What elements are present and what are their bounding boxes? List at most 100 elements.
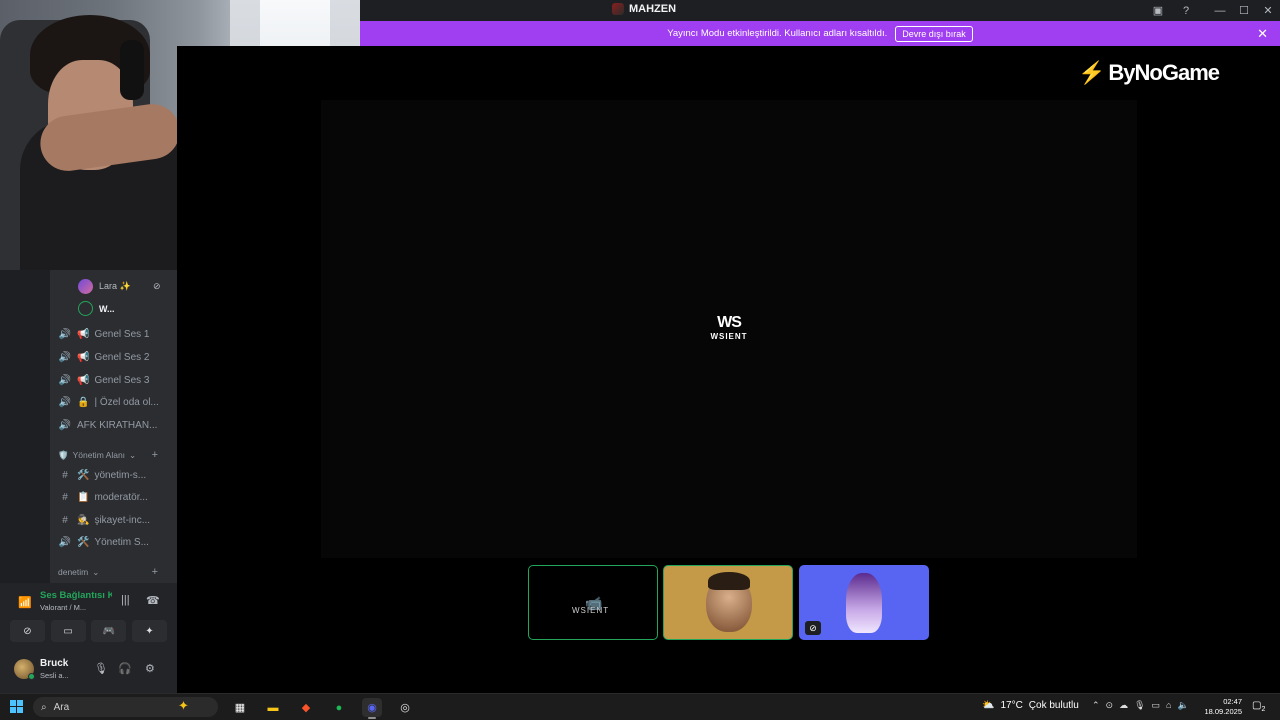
screen-share-button[interactable]: ▭ <box>50 620 86 642</box>
sponsor-logo: ⚡ ByNoGame <box>1078 60 1220 86</box>
logo-text: WSIENT <box>710 332 748 341</box>
shield-icon: 🛡️ <box>58 449 69 460</box>
channel-sikayet[interactable]: # 🕵️ şikayet-inc... <box>58 511 175 529</box>
channel-label: Genel Ses 2 <box>94 351 150 363</box>
category-label: Yönetim Alanı <box>72 450 126 460</box>
taskbar-search[interactable]: ⌕ Ara <box>33 697 218 717</box>
hashtag-icon: # <box>62 514 68 526</box>
add-channel-icon[interactable]: + <box>152 566 158 578</box>
gamepad-icon: 🎮 <box>102 625 116 637</box>
hashtag-icon: # <box>62 469 68 481</box>
tile-label: WSIENT <box>572 606 610 615</box>
streamer-mode-banner: Yayıncı Modu etkinleştirildi. Kullanıcı … <box>360 21 1280 46</box>
network-icon[interactable]: ⌂ <box>1166 700 1171 711</box>
online-status-dot <box>28 673 35 680</box>
clock-time: 02:47 <box>1223 697 1242 706</box>
obs-icon[interactable]: ◎ <box>395 698 415 717</box>
brave-browser-icon[interactable]: ◆ <box>296 698 316 717</box>
close-button[interactable]: ✕ <box>1256 0 1280 21</box>
tray-app-icon[interactable]: ⊙ <box>1106 700 1114 711</box>
participant-avatar <box>846 573 882 633</box>
camera-off-button[interactable]: ⊘ <box>10 620 45 642</box>
speaker-icon: 🔊 <box>58 374 72 386</box>
search-label: Ara <box>53 701 70 713</box>
settings-gear-icon[interactable]: ⚙ <box>145 662 155 675</box>
channel-ozel-oda[interactable]: 🔊 🔒 | Özel oda ol... <box>58 393 175 411</box>
user-name[interactable]: Bruck <box>40 658 68 669</box>
banner-text: Yayıncı Modu etkinleştirildi. Kullanıcı … <box>667 28 888 39</box>
channel-label: | Özel oda ol... <box>94 396 159 408</box>
minimize-button[interactable]: — <box>1208 0 1232 21</box>
microphone-icon[interactable]: 🎙 <box>1134 700 1145 711</box>
channel-label: moderatör... <box>94 491 148 503</box>
task-view-icon[interactable]: ▦ <box>230 698 250 717</box>
voice-user-w[interactable]: W... <box>78 301 115 316</box>
participant-tile-lara[interactable]: ⊘ <box>799 565 929 640</box>
category-label: denetim <box>58 567 89 577</box>
server-rail <box>0 270 50 583</box>
logo-mark: WS <box>717 314 742 331</box>
titlebar-controls: ▣ ? — ☐ ✕ <box>1144 0 1280 21</box>
voice-user-name: Lara ✨ <box>99 281 131 291</box>
chevron-down-icon: ⌄ <box>129 449 137 460</box>
spotify-icon[interactable]: ● <box>329 698 349 717</box>
channel-genel-ses-1[interactable]: 🔊 📢 Genel Ses 1 <box>58 325 175 343</box>
file-explorer-icon[interactable]: ▬ <box>263 698 283 717</box>
user-status: Sesli a... <box>40 671 69 680</box>
volume-icon[interactable]: 🔈 <box>1177 700 1188 711</box>
microphone-icon[interactable]: 🎙 <box>94 662 108 675</box>
voice-channel-name[interactable]: Valorant / M... <box>40 603 112 612</box>
speaker-icon: 🔊 <box>58 536 72 548</box>
window-title-text: MAHZEN <box>629 3 677 15</box>
cloud-icon[interactable]: ☁ <box>1119 700 1128 711</box>
clock[interactable]: 02:47 18.09.2025 <box>1200 697 1242 717</box>
inbox-icon[interactable]: ▣ <box>1144 0 1172 21</box>
voice-status[interactable]: Ses Bağlantısı Kuruldu <box>40 590 112 601</box>
disable-streamer-mode-button[interactable]: Devre dışı bırak <box>895 25 973 42</box>
system-tray: ⌃ ⊙ ☁ 🎙 ▭ ⌂ 🔈 <box>1092 700 1189 711</box>
display-icon[interactable]: ▭ <box>1152 700 1161 711</box>
add-channel-icon[interactable]: + <box>152 449 158 461</box>
category-yonetim-alani[interactable]: 🛡️ Yönetim Alanı ⌄ + <box>58 448 168 462</box>
camera-off-icon: ⊘ <box>23 625 32 637</box>
signal-icon[interactable]: 📶 <box>18 596 32 609</box>
stream-center-logo: WS WSIENT <box>700 314 758 341</box>
soundboard-button[interactable]: ✦ <box>131 620 167 642</box>
weather-widget[interactable]: ⛅ 17°C Çok bulutlu <box>982 700 1079 711</box>
channel-label: AFK KIRATHAN... <box>77 419 158 431</box>
voice-user-lara[interactable]: Lara ✨ ⊘ <box>78 279 161 294</box>
notification-icon[interactable]: ▢2 <box>1252 700 1265 713</box>
avatar <box>78 279 93 294</box>
copilot-sparkle-icon[interactable]: ✦ <box>178 698 189 714</box>
sponsor-name: ByNoGame <box>1108 60 1220 85</box>
speaker-icon: 🔊 <box>58 328 72 340</box>
noise-suppression-icon[interactable]: ||| <box>121 594 130 606</box>
search-icon: ⌕ <box>41 701 47 713</box>
channel-genel-ses-3[interactable]: 🔊 📢 Genel Ses 3 <box>58 371 175 389</box>
windows-start-icon[interactable] <box>10 700 23 713</box>
discord-icon[interactable]: ◉ <box>362 698 382 719</box>
user-panel: Bruck Sesli a... 🎙 🎧 ⚙ <box>6 650 171 688</box>
channel-genel-ses-2[interactable]: 🔊 📢 Genel Ses 2 <box>58 348 175 366</box>
channel-moderator[interactable]: # 📋 moderatör... <box>58 488 175 506</box>
maximize-button[interactable]: ☐ <box>1232 0 1256 21</box>
hashtag-icon: # <box>62 491 68 503</box>
channel-label: Yönetim S... <box>94 536 149 548</box>
channel-yonetim-s[interactable]: # 🛠️ yönetim-s... <box>58 466 175 484</box>
close-icon[interactable]: ✕ <box>1257 26 1268 42</box>
headphones-icon[interactable]: 🎧 <box>118 662 132 675</box>
help-icon[interactable]: ? <box>1172 0 1200 21</box>
notification-count: 2 <box>1261 706 1266 713</box>
participant-tile-user[interactable] <box>663 565 793 640</box>
activity-button[interactable]: 🎮 <box>91 620 127 642</box>
channel-emoji: 🕵️ <box>77 514 90 526</box>
weather-desc: Çok bulutlu <box>1028 700 1079 711</box>
chevron-up-icon[interactable]: ⌃ <box>1092 700 1100 711</box>
channel-yonetim-ses[interactable]: 🔊 🛠️ Yönetim S... <box>58 533 175 551</box>
participant-tile-wsient[interactable]: 📹 WSIENT <box>528 565 658 640</box>
channel-afk[interactable]: 🔊 AFK KIRATHAN... <box>58 416 175 434</box>
server-icon <box>612 3 624 15</box>
category-denetim[interactable]: denetim ⌄ + <box>58 565 168 579</box>
channel-emoji: 🔒 <box>77 396 90 408</box>
disconnect-icon[interactable]: ☎ <box>146 594 160 607</box>
